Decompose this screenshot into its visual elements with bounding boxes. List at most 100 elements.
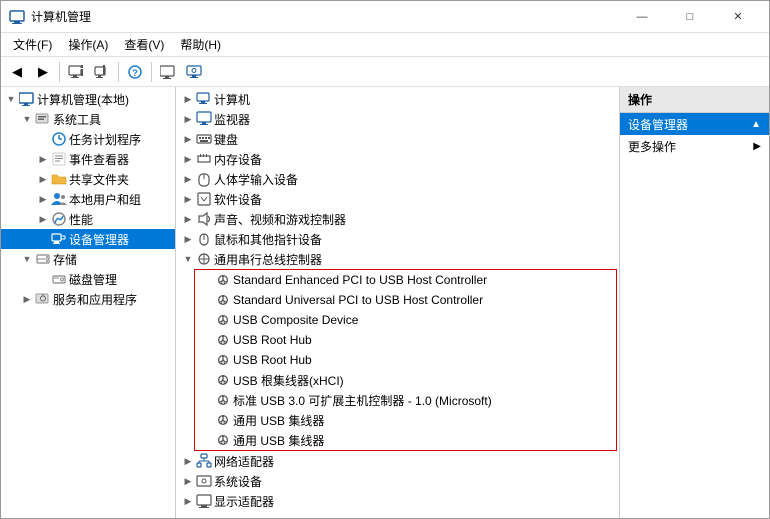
maximize-button[interactable]: □	[667, 1, 713, 33]
toolbar-btn-1[interactable]	[64, 60, 88, 84]
help-button[interactable]: ?	[123, 60, 147, 84]
disk-icon	[51, 271, 67, 287]
usb-child-7-label: 通用 USB 集线器	[233, 412, 324, 429]
root-expand-icon: ▼	[3, 91, 19, 107]
device-category-display[interactable]: ▶ 显示适配器	[176, 491, 619, 511]
display-icon	[196, 493, 212, 509]
usb-child-6-icon	[215, 392, 231, 408]
tree-item-device-manager[interactable]: 设备管理器	[1, 229, 175, 249]
usb-child-5[interactable]: ▶ USB 根集线器(xHCI)	[195, 370, 616, 390]
usb-expand-icon: ▼	[180, 251, 196, 267]
usb-child-7-icon	[215, 412, 231, 428]
keyboard-expand-icon: ▶	[180, 131, 196, 147]
display-label: 显示适配器	[214, 493, 274, 510]
forward-button[interactable]: ▶	[31, 60, 55, 84]
menu-help[interactable]: 帮助(H)	[172, 34, 229, 56]
keyboard-label: 键盘	[214, 131, 238, 148]
network-icon	[196, 453, 212, 469]
device-category-audio[interactable]: ▶ 声音、视频和游戏控制器	[176, 209, 619, 229]
actions-panel: 操作 设备管理器 ▲ 更多操作 ▶	[619, 87, 769, 518]
tree-item-services[interactable]: ▶ 服务和应用程序	[1, 289, 175, 309]
tree-item-share[interactable]: ▶ 共享文件夹	[1, 169, 175, 189]
usb-child-1[interactable]: ▶ Standard Universal PCI to USB Host	[195, 290, 616, 310]
tree-item-task[interactable]: ▶ 任务计划程序	[1, 129, 175, 149]
device-category-mouse[interactable]: ▶ 鼠标和其他指针设备	[176, 229, 619, 249]
device-manager-expand-icon	[35, 231, 51, 247]
action-more-arrow: ▶	[753, 141, 761, 152]
computer-icon	[196, 91, 212, 107]
system-expand-icon: ▶	[180, 473, 196, 489]
device-category-memory[interactable]: ▶ 内存设备	[176, 149, 619, 169]
tree-item-storage[interactable]: ▼ 存储	[1, 249, 175, 269]
device-category-usb[interactable]: ▼ 通用串行总线控制器	[176, 249, 619, 269]
hid-icon	[196, 171, 212, 187]
services-label: 服务和应用程序	[53, 291, 137, 308]
audio-label: 声音、视频和游戏控制器	[214, 211, 346, 228]
usb-label: 通用串行总线控制器	[214, 251, 322, 268]
device-category-computer[interactable]: ▶ 计算机	[176, 89, 619, 109]
perf-label: 性能	[69, 211, 93, 228]
software-expand-icon: ▶	[180, 191, 196, 207]
usb-child-8-label: 通用 USB 集线器	[233, 432, 324, 449]
mouse-expand-icon: ▶	[180, 231, 196, 247]
usb-child-0[interactable]: ▶ Standard Enhanced PCI to USB Host C	[195, 270, 616, 290]
usb-child-0-label: Standard Enhanced PCI to USB Host Contro…	[233, 273, 487, 287]
usb-child-3[interactable]: ▶ USB Root Hub	[195, 330, 616, 350]
close-button[interactable]: ✕	[715, 1, 761, 33]
menu-file[interactable]: 文件(F)	[5, 34, 60, 56]
back-button[interactable]: ◀	[5, 60, 29, 84]
device-category-hid[interactable]: ▶ 人体学输入设备	[176, 169, 619, 189]
toolbar: ◀ ▶ ?	[1, 57, 769, 87]
device-category-software[interactable]: ▶ 软件设备	[176, 189, 619, 209]
device-category-monitor[interactable]: ▶ 监视器	[176, 109, 619, 129]
system-device-icon	[196, 473, 212, 489]
titlebar: 计算机管理 — □ ✕	[1, 1, 769, 33]
hid-label: 人体学输入设备	[214, 171, 298, 188]
usb-child-8-icon	[215, 432, 231, 448]
usb-child-8[interactable]: ▶ 通用 USB 集线器	[195, 430, 616, 450]
action-device-manager[interactable]: 设备管理器 ▲	[620, 113, 769, 135]
users-expand-icon: ▶	[35, 191, 51, 207]
toolbar-btn-3[interactable]	[156, 60, 180, 84]
usb-child-7[interactable]: ▶ 通用 USB 集线器	[195, 410, 616, 430]
share-label: 共享文件夹	[69, 171, 129, 188]
hid-expand-icon: ▶	[180, 171, 196, 187]
app-icon	[9, 9, 25, 25]
storage-label: 存储	[53, 251, 77, 268]
memory-icon	[196, 151, 212, 167]
usb-child-1-label: Standard Universal PCI to USB Host Contr…	[233, 293, 483, 307]
menu-action[interactable]: 操作(A)	[60, 34, 116, 56]
services-icon	[35, 291, 51, 307]
usb-child-0-icon	[215, 272, 231, 288]
actions-header: 操作	[620, 87, 769, 113]
monitor-button[interactable]	[182, 60, 206, 84]
device-category-system[interactable]: ▶ 系统设备	[176, 471, 619, 491]
content-panel: ▶ 计算机 ▶	[176, 87, 619, 518]
tree-item-perf[interactable]: ▶ 性能	[1, 209, 175, 229]
toolbar-separator-2	[118, 62, 119, 82]
toolbar-btn-2[interactable]	[90, 60, 114, 84]
disk-label: 磁盘管理	[69, 271, 117, 288]
usb-child-6[interactable]: ▶ 标准 USB 3.0 可扩展主机控制器 - 1.0 (Microsof	[195, 390, 616, 410]
usb-child-1-icon	[215, 292, 231, 308]
task-label: 任务计划程序	[69, 131, 141, 148]
tree-item-event[interactable]: ▶ 事件查看器	[1, 149, 175, 169]
usb-child-2-label: USB Composite Device	[233, 313, 358, 327]
device-category-network[interactable]: ▶ 网络适配器	[176, 451, 619, 471]
device-category-keyboard[interactable]: ▶ 键盘	[176, 129, 619, 149]
services-expand-icon: ▶	[19, 291, 35, 307]
toolbar-separator-1	[59, 62, 60, 82]
menubar: 文件(F) 操作(A) 查看(V) 帮助(H)	[1, 33, 769, 57]
usb-child-4[interactable]: ▶ USB Root Hub	[195, 350, 616, 370]
tree-item-disk[interactable]: ▶ 磁盘管理	[1, 269, 175, 289]
display-expand-icon: ▶	[180, 493, 196, 509]
tree-item-system-tools[interactable]: ▼ 系统工具	[1, 109, 175, 129]
minimize-button[interactable]: —	[619, 1, 665, 33]
system-tools-expand-icon: ▼	[19, 111, 35, 127]
tree-root[interactable]: ▼ 计算机管理(本地)	[1, 89, 175, 109]
menu-view[interactable]: 查看(V)	[116, 34, 172, 56]
action-device-manager-label: 设备管理器	[628, 116, 688, 133]
tree-item-users[interactable]: ▶ 本地用户和组	[1, 189, 175, 209]
usb-child-2[interactable]: ▶ USB Composite Device	[195, 310, 616, 330]
action-more[interactable]: 更多操作 ▶	[620, 135, 769, 157]
